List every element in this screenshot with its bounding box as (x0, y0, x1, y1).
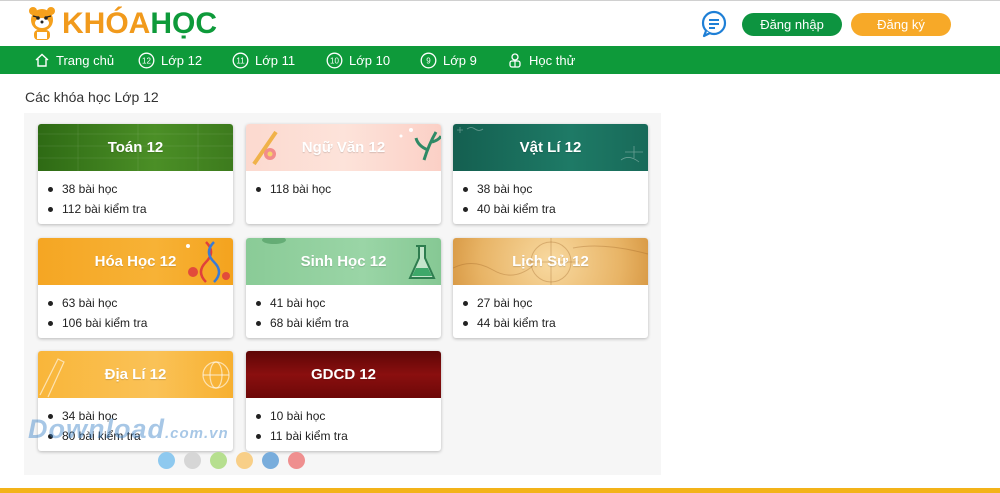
course-title: Địa Lí 12 (104, 366, 167, 383)
nav-item-grade-10[interactable]: 10 Lớp 10 (326, 46, 390, 74)
course-card-header[interactable]: Toán 12 (38, 124, 233, 171)
watermark: Download.com.vn (28, 414, 229, 444)
header: KHÓAHỌC Đăng nhập Đăng ký (0, 0, 1000, 46)
grade-12-badge-icon: 12 (138, 52, 155, 68)
course-card-math[interactable]: Toán 12 38 bài học 112 bài kiểm tra (38, 124, 233, 224)
test-count: 106 bài kiểm tra (48, 313, 233, 333)
nav-item-grade-12[interactable]: 12 Lớp 12 (138, 46, 202, 74)
course-card-header[interactable]: Địa Lí 12 (38, 351, 233, 398)
course-title: Sinh Học 12 (300, 253, 387, 270)
tiger-mascot-icon (24, 6, 60, 42)
svg-text:9: 9 (426, 56, 431, 65)
lesson-count: 63 bài học (48, 293, 233, 313)
chat-icon[interactable] (700, 10, 728, 38)
pagination-dot[interactable] (288, 452, 305, 469)
main-nav: Trang chủ 12 Lớp 12 11 Lớp 11 10 Lớp 10 … (0, 46, 1000, 74)
course-title: GDCD 12 (310, 366, 377, 383)
course-card-header[interactable]: Hóa Học 12 (38, 238, 233, 285)
pagination-dot[interactable] (210, 452, 227, 469)
nav-item-label: Lớp 9 (443, 52, 477, 68)
nav-item-label: Lớp 10 (349, 52, 391, 68)
nav-item-label: Lớp 11 (255, 52, 296, 68)
pagination-dot[interactable] (184, 452, 201, 469)
lesson-count: 118 bài học (256, 179, 441, 199)
course-card-header[interactable]: Ngữ Văn 12 (246, 124, 441, 171)
course-card-literature[interactable]: Ngữ Văn 12 118 bài học (246, 124, 441, 224)
course-card-biology[interactable]: Sinh Học 12 41 bài học 68 bài kiểm tra (246, 238, 441, 338)
svg-text:11: 11 (236, 56, 245, 65)
course-title: Toán 12 (107, 139, 164, 156)
course-card-history[interactable]: Lịch Sử 12 27 bài học 44 bài kiểm tra (453, 238, 648, 338)
logo-text: KHÓAHỌC (62, 7, 218, 40)
pagination-dot[interactable] (158, 452, 175, 469)
nav-item-grade-11[interactable]: 11 Lớp 11 (232, 46, 295, 74)
lesson-count: 10 bài học (256, 406, 441, 426)
pagination-dot[interactable] (236, 452, 253, 469)
grade-9-badge-icon: 9 (420, 52, 437, 68)
footer-bar (0, 488, 1000, 493)
svg-text:10: 10 (330, 56, 339, 65)
course-card-header[interactable]: Sinh Học 12 (246, 238, 441, 285)
pagination-dot[interactable] (262, 452, 279, 469)
grade-10-badge-icon: 10 (326, 52, 343, 68)
course-card-header[interactable]: Lịch Sử 12 (453, 238, 648, 285)
nav-item-home[interactable]: Trang chủ (34, 46, 114, 74)
lesson-count: 38 bài học (463, 179, 648, 199)
test-count: 112 bài kiểm tra (48, 199, 233, 219)
lesson-count: 27 bài học (463, 293, 648, 313)
trial-icon (509, 53, 521, 68)
page-title: Các khóa học Lớp 12 (25, 89, 159, 105)
nav-item-label: Học thử (529, 52, 576, 68)
test-count: 11 bài kiểm tra (256, 426, 441, 446)
course-card-chemistry[interactable]: Hóa Học 12 63 bài học 106 bài kiểm tra (38, 238, 233, 338)
nav-item-trial[interactable]: Học thử (507, 46, 575, 74)
lesson-count: 38 bài học (48, 179, 233, 199)
course-title: Ngữ Văn 12 (301, 139, 386, 156)
grade-11-badge-icon: 11 (232, 52, 249, 68)
login-button[interactable]: Đăng nhập (742, 13, 842, 36)
nav-item-label: Lớp 12 (161, 52, 203, 68)
test-count: 68 bài kiểm tra (256, 313, 441, 333)
home-icon (35, 53, 49, 67)
test-count: 40 bài kiểm tra (463, 199, 648, 219)
course-card-civic[interactable]: GDCD 12 10 bài học 11 bài kiểm tra (246, 351, 441, 451)
nav-item-grade-9[interactable]: 9 Lớp 9 (420, 46, 477, 74)
register-button[interactable]: Đăng ký (851, 13, 951, 36)
test-count: 44 bài kiểm tra (463, 313, 648, 333)
svg-text:12: 12 (142, 56, 151, 65)
logo[interactable]: KHÓAHỌC (24, 5, 217, 43)
course-title: Lịch Sử 12 (512, 253, 589, 270)
pagination-dots (158, 452, 314, 469)
course-card-header[interactable]: GDCD 12 (246, 351, 441, 398)
course-card-header[interactable]: Vật Lí 12 (453, 124, 648, 171)
lesson-count: 41 bài học (256, 293, 441, 313)
nav-item-label: Trang chủ (56, 52, 115, 68)
course-title: Hóa Học 12 (94, 253, 177, 270)
course-title: Vật Lí 12 (519, 139, 582, 156)
course-card-physics[interactable]: Vật Lí 12 38 bài học 40 bài kiểm tra (453, 124, 648, 224)
